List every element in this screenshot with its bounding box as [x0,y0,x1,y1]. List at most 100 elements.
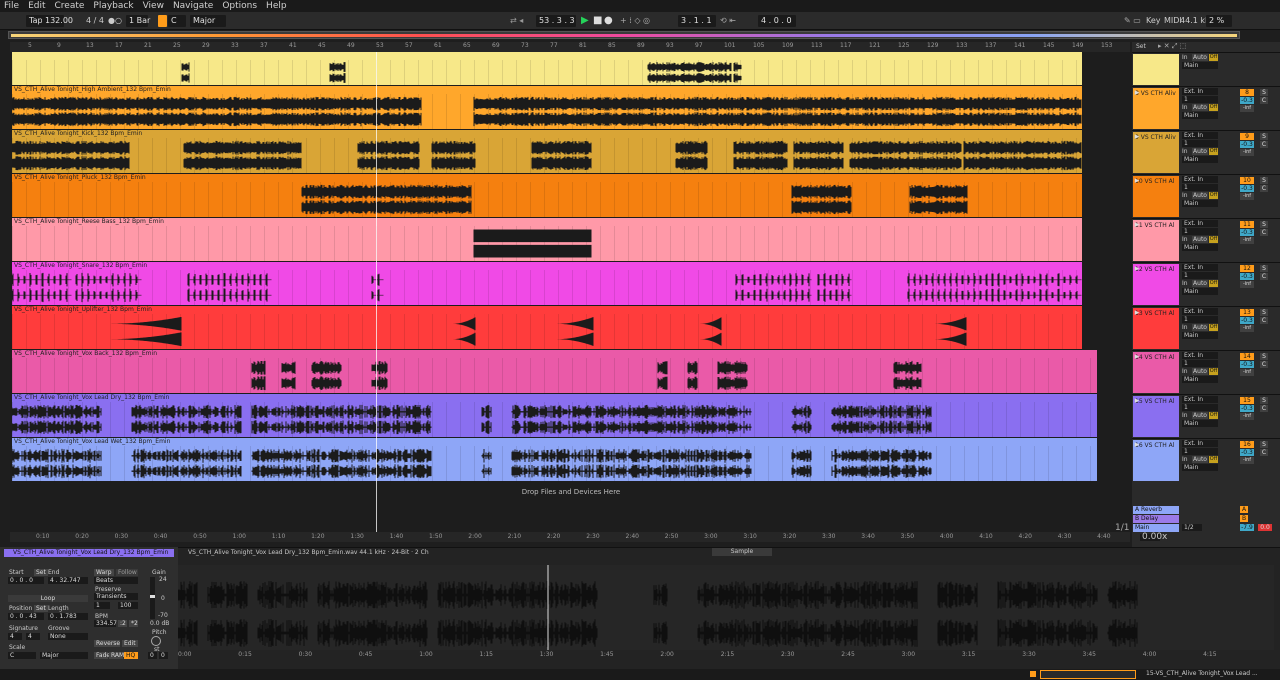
return-track-2[interactable]: Main -7.9 0.0 1/2 [1132,524,1280,532]
solo-button[interactable]: S [1260,397,1268,404]
loop-toggle-icon[interactable]: ⟲ ⇤ [720,15,736,27]
solo-button[interactable]: S [1260,221,1268,228]
edit-button[interactable]: Edit [122,640,138,647]
warp-mode-select[interactable]: Beats [94,577,138,584]
track-fold-icon[interactable]: ▸ [1134,441,1140,450]
track-header[interactable]: 13 VS CTH Al ▸ [1133,308,1179,349]
volume-field[interactable]: -0.3 [1240,97,1254,104]
menu-view[interactable]: View [143,1,164,11]
pitch-knob[interactable] [151,636,161,646]
cue-button[interactable]: C [1260,361,1268,368]
audio-clip[interactable]: VS_CTH_Alive Tonight_Vox Lead Wet_132 Bp… [12,438,1097,481]
output-select[interactable]: Main [1182,332,1218,339]
track-fold-icon[interactable]: ▸ [1134,177,1140,186]
menu-playback[interactable]: Playback [93,1,133,11]
cue-button[interactable]: C [1260,317,1268,324]
send-field[interactable]: -inf [1240,193,1254,200]
track-lane[interactable]: VS_CTH_Alive Tonight_Snare_132 Bpm_Emin [10,262,1132,305]
volume-field[interactable]: -0.3 [1240,185,1254,192]
metronome-icon[interactable]: ●○ [108,15,122,27]
pitch-semitones[interactable]: 0 [148,652,157,659]
track-fold-icon[interactable]: ▸ [1134,221,1140,230]
track-lane[interactable]: VS_CTH_Alive Tonight_Vox Lead Wet_132 Bp… [10,438,1132,481]
return-track-1[interactable]: B Delay B [1132,515,1280,523]
track-header[interactable]: 9 VS CTH Aliv ▸ [1133,132,1179,173]
volume-field[interactable]: -0.3 [1240,141,1254,148]
transient-envelope[interactable]: 100 [118,602,138,609]
output-select[interactable]: Main [1182,112,1218,119]
monitor-off-button[interactable]: Off [1209,54,1218,61]
solo-button[interactable]: S [1260,89,1268,96]
track-fold-icon[interactable]: ▸ [1134,89,1140,98]
input-channel-select[interactable]: 1 [1182,360,1218,367]
output-select[interactable]: Main [1182,420,1218,427]
track-lane[interactable]: VS_CTH_Alive Tonight_Reese Bass_132 Bpm_… [10,218,1132,261]
warp-button[interactable]: Warp [94,569,114,576]
track-activator-button[interactable]: 10 [1240,177,1254,184]
set-label[interactable]: Set [1136,43,1146,50]
track-activator-button[interactable]: 13 [1240,309,1254,316]
send-field[interactable]: -inf [1240,457,1254,464]
output-select[interactable]: Main [1182,376,1218,383]
audio-clip[interactable]: VS_CTH_Alive Tonight_Uplifter_132 Bpm_Em… [12,306,1082,349]
start-set-button[interactable]: Set [34,569,48,576]
monitor-auto-button[interactable]: Auto [1192,280,1208,287]
scale-select[interactable]: Major [190,15,226,27]
bpm-field[interactable]: 334.57 [94,620,117,627]
return-activator-button[interactable]: B [1240,515,1248,522]
audio-clip[interactable]: VS_CTH_Alive Tonight_Vox Lead Dry_132 Bp… [12,394,1097,437]
half-tempo-button[interactable]: :2 [118,620,127,627]
volume-field[interactable]: -0.3 [1240,361,1254,368]
input-type-select[interactable]: Ext. In [1182,176,1218,183]
track-activator-button[interactable]: 9 [1240,133,1254,140]
solo-button[interactable]: S [1260,133,1268,140]
menu-options[interactable]: Options [222,1,257,11]
send-field[interactable]: -inf [1240,281,1254,288]
input-type-select[interactable]: Ext. In [1182,396,1218,403]
zoom-ratio[interactable]: 1/1 [1115,523,1129,533]
track-fold-icon[interactable]: ▸ [1134,309,1140,318]
overdub-icons[interactable]: + ⁞ ◇ ◎ [620,15,650,27]
output-select[interactable]: Main [1182,200,1218,207]
output-select[interactable]: Main [1182,464,1218,471]
track-header[interactable]: 14 VS CTH Al ▸ [1133,352,1179,393]
input-channel-select[interactable]: 1 [1182,184,1218,191]
volume-field[interactable]: -0.3 [1240,317,1254,324]
track-activator-button[interactable]: 8 [1240,89,1254,96]
monitor-off-button[interactable]: Off [1209,412,1218,419]
input-type-select[interactable]: Ext. In [1182,352,1218,359]
monitor-auto-button[interactable]: Auto [1192,412,1208,419]
mixer-header-icons[interactable]: ▸ ✕ ⤢ ⬚ [1158,42,1186,51]
input-channel-select[interactable]: 1 [1182,404,1218,411]
cue-button[interactable]: C [1260,185,1268,192]
input-type-select[interactable]: Ext. In [1182,308,1218,315]
scale-root-select[interactable]: C [8,652,36,659]
key-root-select[interactable]: C [168,15,186,27]
solo-button[interactable]: S [1260,309,1268,316]
send-field[interactable]: -inf [1240,149,1254,156]
reverse-button[interactable]: Reverse [94,640,120,647]
cue-out-select[interactable]: 1/2 [1182,524,1202,531]
position-field[interactable]: 0 . 0 . 43 [8,613,44,620]
solo-button[interactable]: S [1260,353,1268,360]
send-field[interactable]: -inf [1240,105,1254,112]
cue-button[interactable]: C [1260,229,1268,236]
monitor-auto-button[interactable]: Auto [1192,236,1208,243]
quantize-select[interactable]: 1 Bar [126,15,150,27]
volume-field[interactable]: -0.3 [1240,273,1254,280]
monitor-auto-button[interactable]: Auto [1192,324,1208,331]
position-set-button[interactable]: Set [34,605,48,612]
monitor-off-button[interactable]: Off [1209,236,1218,243]
track-activator-button[interactable]: 14 [1240,353,1254,360]
time-ruler[interactable]: 0:10 0:20 0:30 0:40 0:50 1:00 1:10 1:20 1:30 1:40… [10,532,1130,542]
input-channel-select[interactable]: 1 [1182,96,1218,103]
track-fold-icon[interactable]: ▸ [1134,397,1140,406]
volume-field[interactable]: -0.3 [1240,229,1254,236]
follow-icon[interactable]: ⇄ ◂ [510,15,523,27]
track-header[interactable]: 12 VS CTH Al ▸ [1133,264,1179,305]
track-header[interactable]: 11 VS CTH Al ▸ [1133,220,1179,261]
track-lane[interactable]: VS_CTH_Alive Tonight_High Ambient_132 Bp… [10,86,1132,129]
arrangement-zoom-field[interactable]: 0.00x [1140,533,1167,542]
input-type-select[interactable]: Ext. In [1182,132,1218,139]
transient-rate[interactable]: 1 [94,602,110,609]
